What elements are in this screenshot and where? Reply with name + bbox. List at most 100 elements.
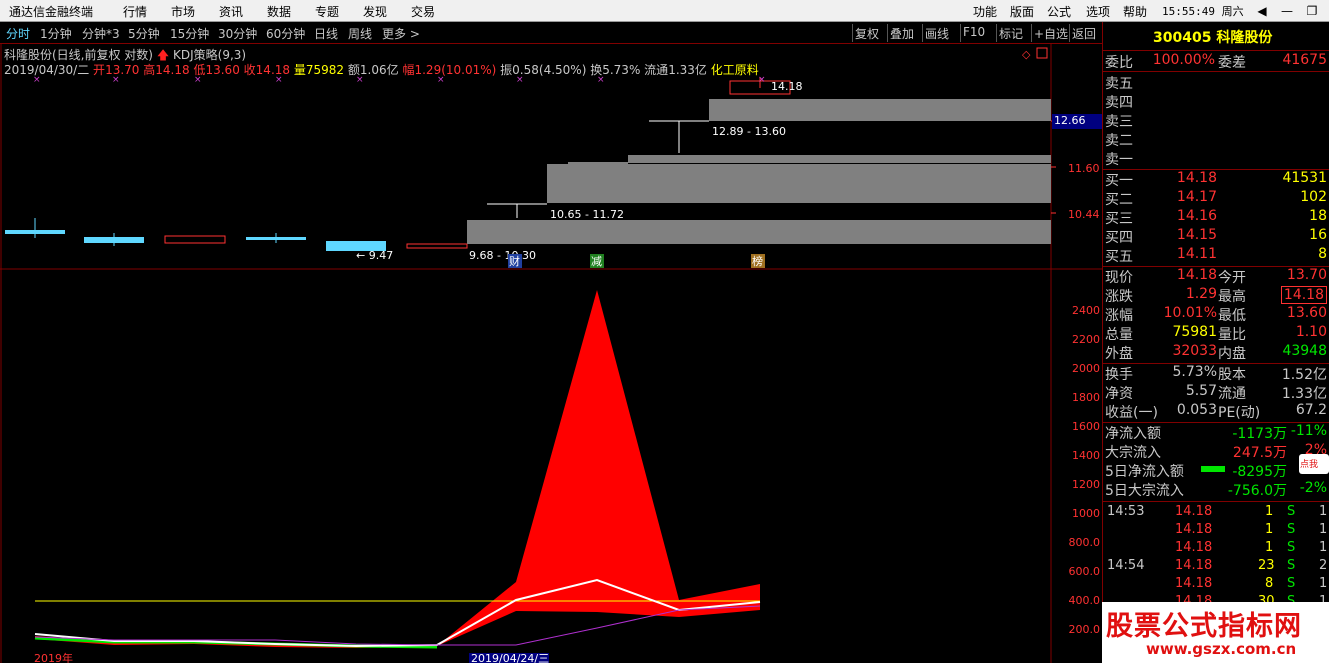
menu-xuanxiang[interactable]: 选项 [1086, 3, 1110, 20]
weicha-label: 委差 [1218, 55, 1246, 71]
sector-label[interactable]: 化工原料 [711, 63, 759, 77]
bid-vol: 18 [1309, 208, 1327, 224]
annotation-range: 9.68 - 10.30 [469, 249, 536, 262]
ask-row-4[interactable]: 卖四 [1105, 92, 1327, 111]
quote-value: 1.29 [1185, 286, 1217, 302]
tick-row: 14:54 14.18 23 S 2 [1105, 558, 1327, 576]
vol-tick: 200.0 [1069, 623, 1101, 636]
vol-label: 量 [293, 63, 306, 77]
flow-row[interactable]: 5日净流入额-8295万-1 [1105, 461, 1327, 480]
bid-row-1[interactable]: 买一 14.18 41531 [1105, 170, 1327, 189]
fund-value: 67.2 [1295, 402, 1327, 418]
flow-label: 大宗流入 [1105, 445, 1161, 461]
current-price-tag: 12.66 [1052, 114, 1102, 129]
close-value: 14.18 [255, 63, 291, 77]
ask-row-2[interactable]: 卖二 [1105, 130, 1327, 149]
float-label: 流通 [644, 63, 669, 77]
f10-button[interactable]: F10 [960, 24, 987, 42]
tick-time: 14:53 [1107, 504, 1145, 519]
back-button[interactable]: 返回 [1069, 24, 1098, 42]
tab-5min[interactable]: 5分钟 [128, 25, 160, 42]
high-value: 14.18 [155, 63, 190, 77]
flow-row[interactable]: 大宗流入 247.5万 2% [1105, 442, 1327, 461]
ohlc-line: 2019/04/30/二 开13.70 高14.18 低13.60 收14.18… [4, 61, 759, 78]
ask-row-1[interactable]: 卖一 [1105, 149, 1327, 168]
back-window-icon[interactable]: ◀ [1252, 2, 1272, 20]
menu-shuju[interactable]: 数据 [267, 3, 291, 20]
flow-row[interactable]: 5日大宗流入 -756.0万 -2% [1105, 480, 1327, 499]
menu-faxian[interactable]: 发现 [363, 3, 387, 20]
tick-row: 14.18 1 S 1 [1105, 540, 1327, 558]
turnover-label: 换 [590, 63, 603, 77]
tab-more[interactable]: 更多 > [382, 25, 420, 42]
marker-bang-label: 榜 [752, 254, 763, 268]
quote-label: 外盘 [1105, 346, 1133, 362]
fuquan-button[interactable]: 复权 [852, 24, 881, 42]
indicator-name[interactable]: KDJ策略(9,3) [173, 48, 246, 62]
marker-cai-label: 财 [509, 254, 520, 268]
ask-label: 卖五 [1105, 76, 1133, 92]
menu-hangqing[interactable]: 行情 [123, 3, 147, 20]
kline-chart[interactable]: × × × × × × × × × 14.18 12.89 - 13.60 10… [0, 44, 1102, 663]
menu-zhuanti[interactable]: 专题 [315, 3, 339, 20]
menu-zixun[interactable]: 资讯 [219, 3, 243, 20]
quote-value: 75981 [1172, 324, 1217, 340]
biaoji-button[interactable]: 标记 [996, 24, 1025, 42]
chg-value: 1.29(10.01%) [414, 63, 497, 77]
popup-badge[interactable]: 点我 [1299, 454, 1329, 474]
menu-gongshi[interactable]: 公式 [1047, 3, 1071, 20]
tab-weekly[interactable]: 周线 [348, 25, 372, 42]
fund-value: 5.73% [1172, 364, 1217, 380]
menu-shichang[interactable]: 市场 [171, 3, 195, 20]
quote-label: 量比 [1218, 327, 1246, 343]
add-favorite-button[interactable]: +自选 [1031, 24, 1070, 42]
ask-label: 卖一 [1105, 152, 1133, 168]
app-title: 通达信金融终端 [9, 5, 94, 19]
tab-1min[interactable]: 1分钟 [40, 25, 72, 42]
quote-value: 10.01% [1163, 305, 1217, 321]
tab-daily[interactable]: 日线 [314, 25, 338, 42]
bid-row-3[interactable]: 买三 14.16 18 [1105, 208, 1327, 227]
minimize-icon[interactable]: — [1277, 2, 1297, 20]
tick-vol: 23 [1258, 558, 1275, 573]
ask-label: 卖三 [1105, 114, 1133, 130]
quote-value: 13.70 [1286, 267, 1327, 283]
fund-value: 5.57 [1185, 383, 1217, 399]
ask-row-5[interactable]: 卖五 [1105, 73, 1327, 92]
bid-row-5[interactable]: 买五 14.11 8 [1105, 246, 1327, 265]
stock-title[interactable]: 300405 科隆股份 [1153, 27, 1272, 47]
diejia-button[interactable]: 叠加 [887, 24, 916, 42]
huaxian-button[interactable]: 画线 [922, 24, 951, 42]
vol-tick: 1400 [1072, 449, 1100, 462]
bid-row-2[interactable]: 买二 14.17 102 [1105, 189, 1327, 208]
menu-bangzhu[interactable]: 帮助 [1123, 3, 1147, 20]
flow-label: 5日大宗流入 [1105, 483, 1184, 499]
tick-price: 14.18 [1175, 522, 1213, 537]
quote-label: 最高 [1218, 289, 1246, 305]
bid-vol: 8 [1318, 246, 1327, 262]
menu-jiaoyi[interactable]: 交易 [411, 3, 435, 20]
quote-row: 涨幅 10.01% 最低 13.60 [1105, 305, 1327, 324]
tab-60min[interactable]: 60分钟 [266, 25, 305, 42]
menu-banmian[interactable]: 版面 [1010, 3, 1034, 20]
bid-price: 14.11 [1176, 246, 1217, 262]
menu-gongneng[interactable]: 功能 [973, 3, 997, 20]
bid-row-4[interactable]: 买四 14.15 16 [1105, 227, 1327, 246]
flow-row[interactable]: 净流入额 -1173万 -11% [1105, 423, 1327, 442]
quote-value: 32033 [1172, 343, 1217, 359]
x-label: 2019年 [34, 651, 73, 663]
tab-30min[interactable]: 30分钟 [218, 25, 257, 42]
tab-15min[interactable]: 15分钟 [170, 25, 209, 42]
annotation-high: 14.18 [771, 80, 803, 93]
tab-fenshi[interactable]: 分时 [6, 25, 30, 42]
vol-tick: 2000 [1072, 362, 1100, 375]
fund-label: 换手 [1105, 367, 1133, 383]
tab-min3[interactable]: 分钟*3 [82, 25, 120, 42]
ask-row-3[interactable]: 卖三 [1105, 111, 1327, 130]
bid-price: 14.18 [1176, 170, 1217, 186]
range-box [547, 164, 1051, 203]
tick-count: 1 [1319, 522, 1328, 537]
restore-icon[interactable]: ❐ [1302, 2, 1322, 20]
vol-tick: 400.0 [1069, 594, 1101, 607]
tick-vol: 1 [1265, 522, 1274, 537]
